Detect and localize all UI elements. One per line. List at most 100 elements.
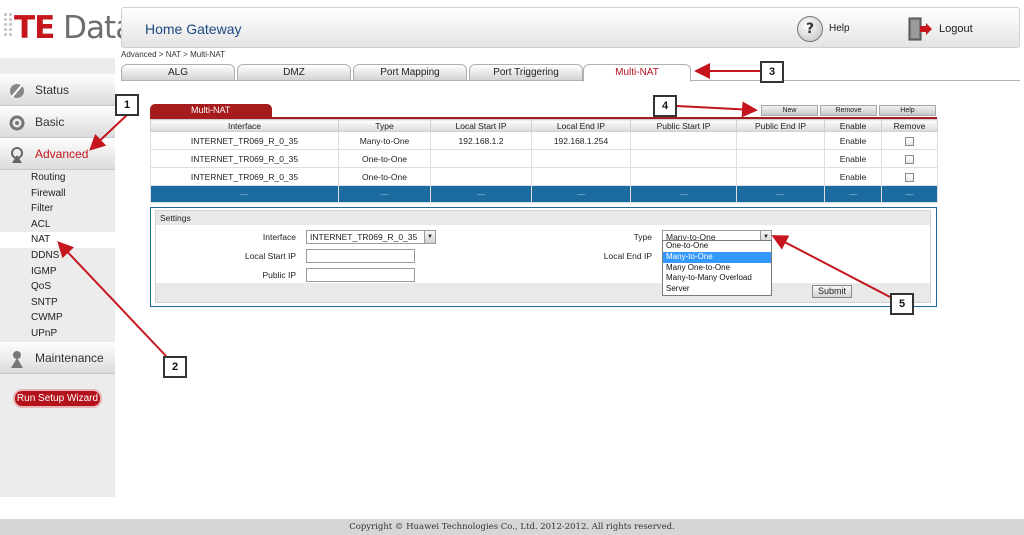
nav-advanced[interactable]: Advanced xyxy=(0,138,115,170)
logo-dots xyxy=(4,13,14,43)
nav-basic-label: Basic xyxy=(35,115,65,129)
column-header: Interface xyxy=(150,119,339,132)
callout-2: 2 xyxy=(163,356,187,378)
callout-4: 4 xyxy=(653,95,677,117)
sub-nav-filter[interactable]: Filter xyxy=(0,201,115,217)
blank-cell: — xyxy=(338,185,431,203)
settings-rows: Interface INTERNET_TR069_R_0_35 ▼ Type M… xyxy=(156,225,930,283)
logout-link[interactable]: Logout xyxy=(907,16,987,42)
help-button[interactable]: Help xyxy=(879,105,936,116)
nav-advanced-label: Advanced xyxy=(35,147,89,161)
remove-checkbox[interactable] xyxy=(905,154,914,164)
cell-local-start-ip: 192.168.1.2 xyxy=(430,131,532,150)
settings-title: Settings xyxy=(160,213,191,223)
column-header: Local End IP xyxy=(531,119,631,132)
remove-button[interactable]: Remove xyxy=(820,105,877,116)
cell-remove xyxy=(881,167,938,186)
sub-nav-igmp[interactable]: IGMP xyxy=(0,264,115,280)
nav-maintenance[interactable]: Maintenance xyxy=(0,342,115,374)
table-row[interactable]: INTERNET_TR069_R_0_35 Many-to-One 192.16… xyxy=(150,131,938,150)
sub-nav-upnp[interactable]: UPnP xyxy=(0,326,115,342)
nav-basic[interactable]: Basic xyxy=(0,106,115,138)
cell-enable: Enable xyxy=(824,149,882,168)
type-option[interactable]: Many-to-Many Overload xyxy=(663,273,771,284)
cell-interface: INTERNET_TR069_R_0_35 xyxy=(150,131,339,150)
sub-nav-sntp[interactable]: SNTP xyxy=(0,295,115,311)
cell-interface: INTERNET_TR069_R_0_35 xyxy=(150,149,339,168)
type-option[interactable]: One-to-One xyxy=(663,241,771,252)
local-start-ip-label: Local Start IP xyxy=(244,251,296,261)
header: Home Gateway ? Help Logout xyxy=(121,7,1020,48)
help-link[interactable]: ? Help xyxy=(797,16,867,42)
cell-remove xyxy=(881,149,938,168)
tab-port-mapping[interactable]: Port Mapping xyxy=(353,64,467,81)
blank-cell: — xyxy=(824,185,882,203)
type-option[interactable]: Many One-to-One xyxy=(663,263,771,274)
new-entry-row[interactable]: — — — — — — — — xyxy=(150,185,938,203)
local-start-ip-input[interactable] xyxy=(306,249,415,263)
tab-bar: ALG DMZ Port Mapping Port Triggering Mul… xyxy=(121,64,1020,82)
cell-interface: INTERNET_TR069_R_0_35 xyxy=(150,167,339,186)
cell-public-start-ip xyxy=(630,131,737,150)
interface-select[interactable]: INTERNET_TR069_R_0_35 ▼ xyxy=(306,230,436,244)
basic-gear-icon xyxy=(9,115,25,131)
table-row[interactable]: INTERNET_TR069_R_0_35 One-to-One Enable xyxy=(150,167,938,186)
sidebar: TE Data Status Basic Advanced Routing Fi… xyxy=(0,0,134,497)
cell-type: One-to-One xyxy=(338,149,431,168)
nav-status-label: Status xyxy=(35,83,70,97)
cell-type: One-to-One xyxy=(338,167,431,186)
cell-remove xyxy=(881,131,938,150)
type-dropdown-list: One-to-One Many-to-One Many One-to-One M… xyxy=(662,240,772,296)
cell-local-start-ip xyxy=(430,167,532,186)
logout-label: Logout xyxy=(939,23,973,35)
cell-enable: Enable xyxy=(824,131,882,150)
multi-nat-table: Interface Type Local Start IP Local End … xyxy=(150,119,938,203)
column-header: Type xyxy=(338,119,431,132)
panel-title: Multi-NAT xyxy=(150,104,272,117)
sub-nav-firewall[interactable]: Firewall xyxy=(0,186,115,202)
cell-type: Many-to-One xyxy=(338,131,431,150)
remove-checkbox[interactable] xyxy=(905,172,914,182)
type-option-selected[interactable]: Many-to-One xyxy=(663,251,771,263)
column-header: Public End IP xyxy=(736,119,825,132)
sub-nav-ddns[interactable]: DDNS xyxy=(0,248,115,264)
help-question-icon: ? xyxy=(797,16,823,42)
interface-select-value: INTERNET_TR069_R_0_35 xyxy=(310,232,418,242)
remove-checkbox[interactable] xyxy=(905,136,914,146)
run-setup-wizard-button[interactable]: Run Setup Wizard xyxy=(13,389,102,408)
logo-te: TE xyxy=(14,10,55,46)
callout-1: 1 xyxy=(115,94,139,116)
cell-public-end-ip xyxy=(736,131,825,150)
nav-maintenance-label: Maintenance xyxy=(35,351,104,365)
tab-dmz[interactable]: DMZ xyxy=(237,64,351,81)
tab-alg[interactable]: ALG xyxy=(121,64,235,81)
sub-nav-qos[interactable]: QoS xyxy=(0,279,115,295)
sub-nav-acl[interactable]: ACL xyxy=(0,217,115,233)
tab-multi-nat[interactable]: Multi-NAT xyxy=(583,64,691,82)
cell-enable: Enable xyxy=(824,167,882,186)
sub-nav-cwmp[interactable]: CWMP xyxy=(0,310,115,326)
logout-door-icon xyxy=(908,17,932,41)
cell-public-end-ip xyxy=(736,167,825,186)
cell-local-start-ip xyxy=(430,149,532,168)
table-row[interactable]: INTERNET_TR069_R_0_35 One-to-One Enable xyxy=(150,149,938,168)
status-icon xyxy=(10,84,24,98)
tab-port-triggering[interactable]: Port Triggering xyxy=(469,64,583,81)
type-option[interactable]: Server xyxy=(663,284,771,295)
nav-status[interactable]: Status xyxy=(0,74,115,106)
callout-5: 5 xyxy=(890,293,914,315)
new-button[interactable]: New xyxy=(761,105,818,116)
sub-nav-routing[interactable]: Routing xyxy=(0,170,115,186)
cell-local-end-ip: 192.168.1.254 xyxy=(531,131,631,150)
blank-cell: — xyxy=(430,185,532,203)
column-header: Public Start IP xyxy=(630,119,737,132)
blank-cell: — xyxy=(736,185,825,203)
column-header: Enable xyxy=(824,119,882,132)
sub-nav-nat[interactable]: NAT xyxy=(0,232,115,248)
submit-button[interactable]: Submit xyxy=(812,285,852,298)
cell-local-end-ip xyxy=(531,149,631,168)
blank-cell: — xyxy=(881,185,938,203)
public-ip-input[interactable] xyxy=(306,268,415,282)
blank-cell: — xyxy=(630,185,737,203)
local-end-ip-label: Local End IP xyxy=(603,251,652,261)
